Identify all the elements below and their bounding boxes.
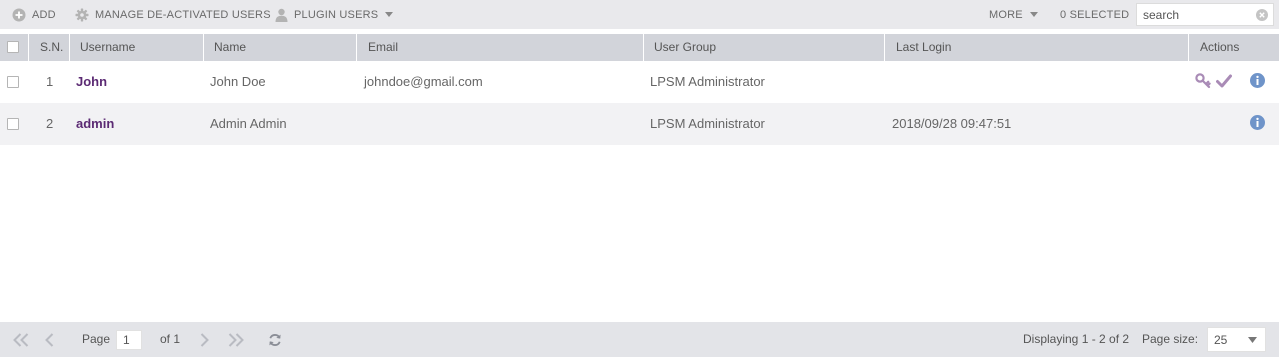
username-link[interactable]: admin [76,103,114,145]
key-icon[interactable] [1195,73,1211,89]
search-box [1136,3,1274,26]
row-user-group: LPSM Administrator [650,74,765,89]
info-icon[interactable] [1250,115,1265,130]
row-checkbox[interactable] [7,118,19,130]
column-header-user-group[interactable]: User Group [654,34,716,61]
toolbar: ADD MANAGE DE-ACTIVATED USERS PLUGIN USE… [0,0,1279,29]
row-name: John Doe [210,74,266,89]
refresh-icon [269,333,281,346]
selected-count: 0 SELECTED [1060,8,1130,21]
chevron-right-icon [200,332,209,347]
manage-deactivated-users-label: MANAGE DE-ACTIVATED USERS [95,8,271,21]
row-checkbox[interactable] [7,76,19,88]
add-button[interactable]: ADD [12,0,56,29]
last-page-button[interactable] [228,322,244,357]
caret-down-icon [1248,337,1257,343]
page-size-label: Page size: [1142,332,1199,346]
row-sn: 1 [46,74,54,89]
table-header: S.N. Username Name Email User Group Last… [0,34,1279,61]
page-count-label: of 1 [160,332,181,346]
plus-circle-icon [12,8,26,21]
more-dropdown[interactable]: MORE [989,0,1038,29]
first-page-button[interactable] [13,322,29,357]
column-divider [1188,34,1189,61]
displaying-info: Displaying 1 - 2 of 2 [1023,332,1130,346]
manage-deactivated-users-button[interactable]: MANAGE DE-ACTIVATED USERS [75,0,271,29]
user-icon [275,8,288,22]
plugin-users-dropdown[interactable]: PLUGIN USERS [275,0,394,29]
column-header-name[interactable]: Name [214,34,246,61]
page-number-input[interactable] [116,330,142,350]
column-header-username[interactable]: Username [80,34,135,61]
info-icon[interactable] [1250,73,1265,88]
column-header-email[interactable]: Email [368,34,398,61]
page-size-select[interactable]: 25 [1207,327,1266,352]
page-label: Page [82,332,111,346]
column-header-last-login[interactable]: Last Login [896,34,951,61]
column-divider [884,34,885,61]
column-divider [356,34,357,61]
caret-down-icon [385,12,394,17]
row-divider [0,145,22,147]
row-sn: 2 [46,116,54,131]
table-row[interactable]: 2 admin Admin Admin LPSM Administrator 2… [0,103,1279,145]
next-page-button[interactable] [200,322,209,357]
column-divider [28,34,29,61]
clear-search-icon[interactable] [1256,9,1268,21]
column-divider [203,34,204,61]
check-icon[interactable] [1216,74,1232,88]
previous-page-button[interactable] [45,322,54,357]
column-divider [643,34,644,61]
select-all-checkbox[interactable] [7,41,19,53]
row-email: johndoe@gmail.com [364,74,483,89]
double-chevron-left-icon [13,332,29,347]
row-user-group: LPSM Administrator [650,116,765,131]
row-name: Admin Admin [210,116,287,131]
row-last-login: 2018/09/28 09:47:51 [892,116,1012,131]
column-header-actions: Actions [1200,40,1240,54]
more-label: MORE [989,8,1023,21]
username-link[interactable]: John [76,61,107,103]
page-size-value: 25 [1214,333,1228,347]
refresh-button[interactable] [268,322,282,357]
chevron-left-icon [45,332,54,347]
add-label: ADD [32,8,56,21]
caret-down-icon [1029,12,1038,17]
table-row[interactable]: 1 John John Doe johndoe@gmail.com LPSM A… [0,61,1279,103]
plugin-users-label: PLUGIN USERS [294,8,379,21]
gear-icon [75,8,89,21]
search-input[interactable] [1137,4,1255,25]
column-header-sn[interactable]: S.N. [40,34,63,61]
pagination-bar: Page of 1 Displaying 1 - 2 of 2 Page siz… [0,322,1279,357]
double-chevron-right-icon [228,332,244,347]
column-divider [69,34,70,61]
